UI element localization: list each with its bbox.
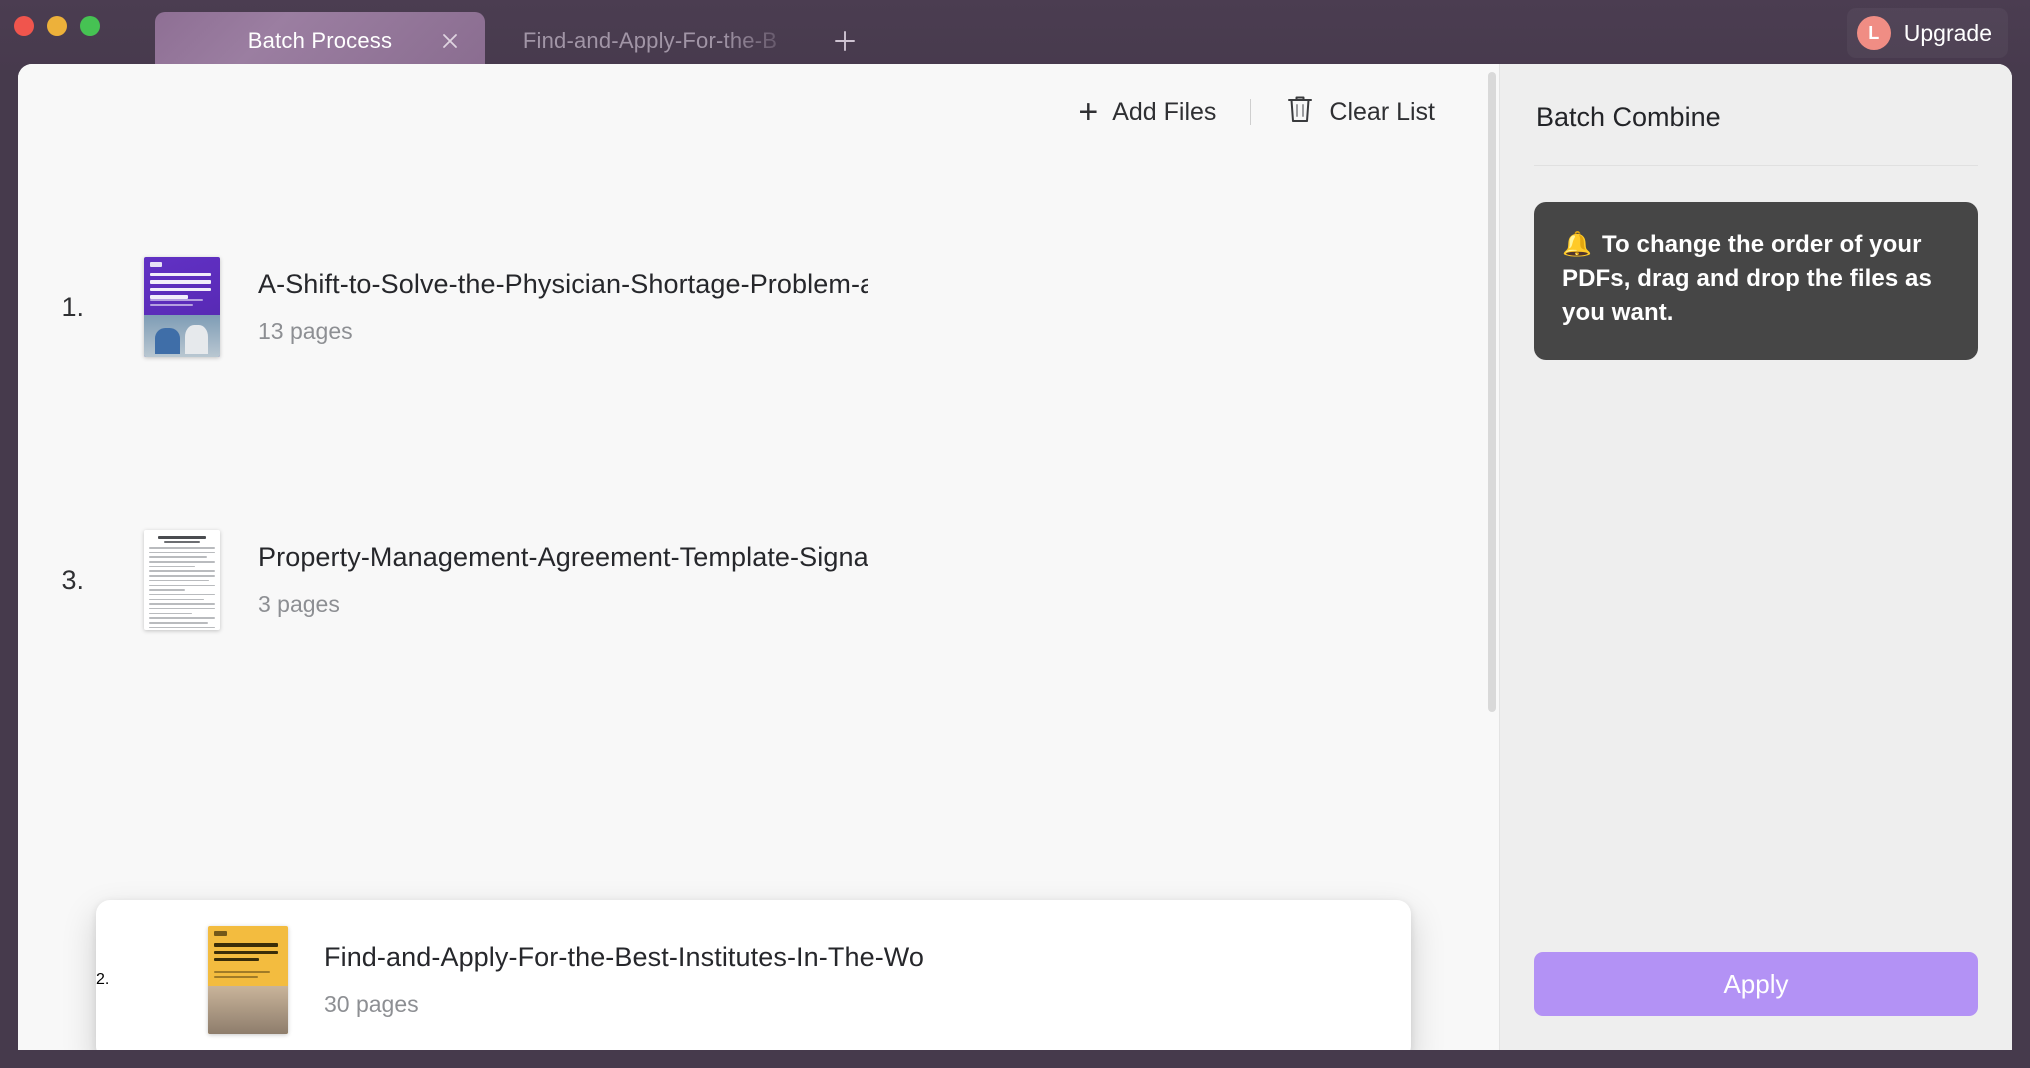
file-index: 3.: [61, 564, 84, 595]
file-pages: 13 pages: [258, 318, 353, 344]
file-thumbnail: [142, 530, 222, 630]
plus-icon: [835, 31, 855, 51]
upgrade-button[interactable]: L Upgrade: [1846, 8, 2008, 58]
list-item[interactable]: 3. Property-Management-Agreement-Templat…: [18, 505, 1318, 655]
app-window: + Add Files Clear List 1. A-Shift-to-Sol…: [18, 64, 2012, 1050]
new-tab-button[interactable]: [815, 12, 875, 70]
file-thumbnail: [208, 926, 288, 1034]
bell-icon: 🔔: [1562, 231, 1592, 258]
file-name: Property-Management-Agreement-Template-S…: [258, 542, 868, 572]
tab-label: Find-and-Apply-For-the-B: [522, 28, 778, 53]
list-toolbar: + Add Files Clear List: [18, 64, 1500, 160]
file-pages: 3 pages: [258, 591, 340, 617]
tip-card: 🔔 To change the order of your PDFs, drag …: [1534, 202, 1978, 361]
tip-text-wrapper: 🔔 To change the order of your PDFs, drag …: [1562, 228, 1950, 330]
page-title: Batch Combine: [1536, 102, 1721, 132]
trash-icon: [1285, 93, 1315, 132]
tab-find-and-apply[interactable]: Find-and-Apply-For-the-B: [485, 12, 815, 70]
upgrade-label: Upgrade: [1903, 19, 1992, 46]
list-item[interactable]: 1. A-Shift-to-Solve-the-Physician-Shorta…: [18, 232, 1318, 382]
file-list-pane: + Add Files Clear List 1. A-Shift-to-Sol…: [18, 64, 1500, 1050]
sidebar-divider: [1534, 165, 1978, 166]
file-list: 1. A-Shift-to-Solve-the-Physician-Shorta…: [18, 160, 1500, 1050]
sidebar: Batch Combine 🔔 To change the order of yo…: [1500, 64, 2012, 1050]
file-thumbnail: [142, 257, 222, 357]
maximize-window-button[interactable]: [80, 16, 100, 36]
close-window-button[interactable]: [14, 16, 34, 36]
file-meta: A-Shift-to-Solve-the-Physician-Shortage-…: [258, 269, 1318, 345]
clear-list-label: Clear List: [1329, 97, 1435, 126]
dragged-list-item[interactable]: 2. Find-and-Apply-For-the-Best-Institute…: [96, 900, 1411, 1050]
title-bar: Batch Process Find-and-Apply-For-the-B L…: [0, 0, 2030, 70]
clear-list-button[interactable]: Clear List: [1285, 93, 1435, 132]
apply-button[interactable]: Apply: [1534, 952, 1978, 1016]
scrollbar-thumb[interactable]: [1488, 72, 1496, 712]
file-name: A-Shift-to-Solve-the-Physician-Shortage-…: [258, 269, 868, 299]
window-controls: [14, 16, 100, 36]
avatar: L: [1856, 16, 1891, 50]
file-meta: Find-and-Apply-For-the-Best-Institutes-I…: [324, 942, 1411, 1018]
add-files-label: Add Files: [1112, 97, 1217, 126]
toolbar-divider: [1250, 99, 1252, 125]
tab-bar: Batch Process Find-and-Apply-For-the-B: [155, 12, 875, 70]
file-index: 2.: [96, 971, 110, 988]
add-files-button[interactable]: + Add Files: [1078, 95, 1216, 129]
file-name: Find-and-Apply-For-the-Best-Institutes-I…: [324, 942, 924, 972]
tab-batch-process[interactable]: Batch Process: [155, 12, 485, 70]
file-index: 1.: [61, 291, 84, 322]
file-pages: 30 pages: [324, 991, 419, 1017]
tab-label: Batch Process: [247, 28, 393, 53]
plus-icon: +: [1078, 93, 1099, 131]
close-icon[interactable]: [437, 28, 463, 54]
scrollbar[interactable]: [1488, 72, 1496, 938]
tip-text: To change the order of your PDFs, drag a…: [1562, 231, 1932, 327]
minimize-window-button[interactable]: [47, 16, 67, 36]
file-meta: Property-Management-Agreement-Template-S…: [258, 542, 1318, 618]
